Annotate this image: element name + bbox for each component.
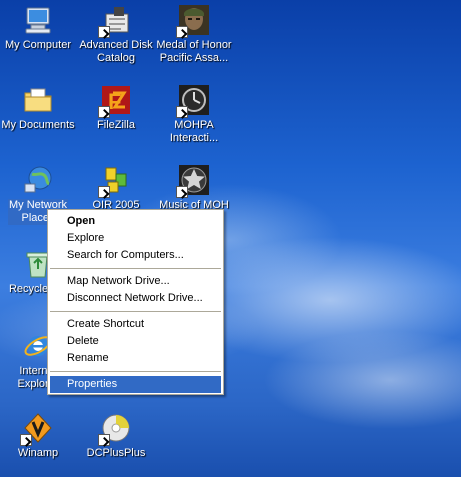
menu-item-explore[interactable]: Explore: [50, 230, 221, 247]
icon-label: My Computer: [4, 39, 72, 51]
soldier-icon: [176, 4, 210, 38]
menu-item-delete[interactable]: Delete: [50, 333, 221, 350]
menu-item-disconnect-network-drive[interactable]: Disconnect Network Drive...: [50, 290, 221, 307]
shortcut-arrow-icon: [98, 106, 110, 118]
desktop-icon-my-documents[interactable]: My Documents: [0, 84, 78, 132]
shortcut-arrow-icon: [176, 26, 188, 38]
icon-label: Advanced Disk Catalog: [79, 39, 153, 64]
desktop-icon-advanced-disk-catalog[interactable]: Advanced Disk Catalog: [76, 4, 156, 65]
menu-item-properties[interactable]: Properties: [50, 376, 221, 393]
desktop: My Computer My Documents My Network Plac…: [0, 0, 461, 477]
clock-icon: [176, 84, 210, 118]
menu-separator: [50, 268, 221, 269]
desktop-icon-filezilla[interactable]: F FileZilla: [76, 84, 156, 132]
icon-label: MOHPA Interacti...: [169, 119, 219, 144]
icon-label: FileZilla: [97, 119, 135, 131]
computer-icon: [22, 4, 54, 36]
filezilla-icon: F: [98, 84, 132, 118]
menu-separator: [50, 311, 221, 312]
disk-catalog-icon: [98, 4, 132, 38]
folder-icon: [22, 84, 54, 116]
icon-label: DCPlusPlus: [86, 447, 146, 459]
menu-item-create-shortcut[interactable]: Create Shortcut: [50, 316, 221, 333]
network-icon: [22, 164, 54, 196]
dcplusplus-icon: [98, 412, 132, 446]
menu-item-map-network-drive[interactable]: Map Network Drive...: [50, 273, 221, 290]
desktop-icon-mohpa[interactable]: MOHPA Interacti...: [154, 84, 234, 145]
shortcut-arrow-icon: [98, 186, 110, 198]
icon-label: Medal of Honor Pacific Assa...: [156, 39, 232, 64]
desktop-icon-dcplusplus[interactable]: DCPlusPlus: [76, 412, 156, 460]
shortcut-arrow-icon: [98, 434, 110, 446]
shortcut-arrow-icon: [98, 26, 110, 38]
desktop-icon-oir[interactable]: OIR 2005: [76, 164, 156, 212]
menu-item-search-for-computers[interactable]: Search for Computers...: [50, 247, 221, 264]
menu-item-rename[interactable]: Rename: [50, 350, 221, 367]
menu-separator: [50, 371, 221, 372]
desktop-icon-music-of-moh[interactable]: Music of MOH: [154, 164, 234, 212]
puzzle-icon: [98, 164, 132, 198]
icon-label: My Documents: [1, 119, 75, 131]
desktop-icon-winamp[interactable]: Winamp: [0, 412, 78, 460]
shortcut-arrow-icon: [176, 186, 188, 198]
shortcut-arrow-icon: [20, 434, 32, 446]
icon-label: Winamp: [17, 447, 59, 459]
winamp-icon: [20, 412, 54, 446]
desktop-icon-my-computer[interactable]: My Computer: [0, 4, 78, 52]
menu-item-open[interactable]: Open: [50, 213, 221, 230]
context-menu: Open Explore Search for Computers... Map…: [47, 209, 224, 395]
star-icon: [176, 164, 210, 198]
shortcut-arrow-icon: [176, 106, 188, 118]
desktop-icon-medal-of-honor[interactable]: Medal of Honor Pacific Assa...: [154, 4, 234, 65]
